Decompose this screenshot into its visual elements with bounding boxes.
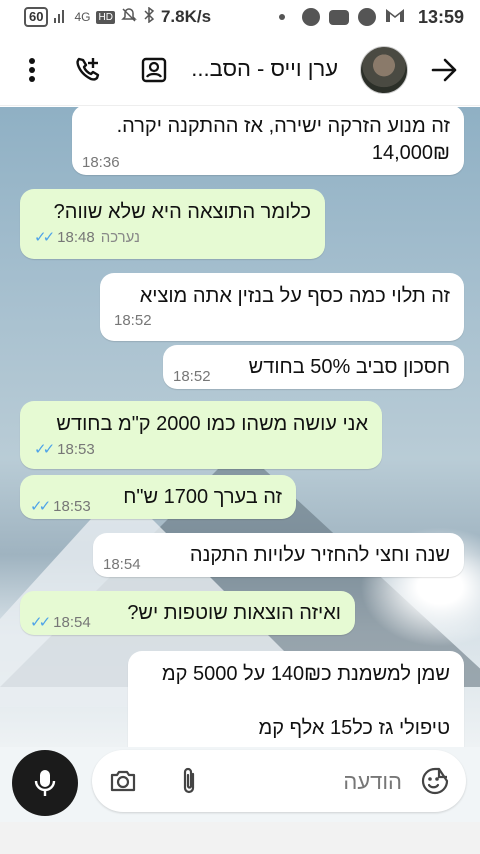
youtube-icon	[328, 9, 349, 25]
message-text: זה מנוע הזרקה ישירה, אז ההתקנה יקרה. 14,…	[116, 115, 450, 164]
read-ticks-icon: ✓✓	[30, 614, 51, 631]
add-call-icon[interactable]	[66, 48, 110, 92]
message-time: 18:36	[82, 154, 120, 171]
message-composer	[92, 750, 466, 812]
read-ticks-icon: ✓✓	[34, 441, 55, 458]
attach-icon[interactable]	[172, 764, 206, 798]
read-ticks-icon: ✓✓	[34, 229, 55, 246]
message-time: 18:53	[53, 497, 91, 515]
message-text: אני עושה משהו כמו 2000 ק"מ בחודש	[56, 413, 368, 435]
camera-icon[interactable]	[106, 764, 140, 798]
gmail-icon	[385, 7, 405, 28]
message-input[interactable]	[242, 768, 402, 796]
message-bubble-incoming[interactable]: שנה וחצי להחזיר עלויות התקנה 18:54	[93, 533, 464, 577]
notification-dot-icon	[278, 14, 285, 20]
back-arrow-icon[interactable]	[422, 48, 466, 92]
message-bubble-outgoing[interactable]: אני עושה משהו כמו 2000 ק"מ בחודש ✓✓ 18:5…	[20, 401, 382, 469]
message-text: שנה וחצי להחזיר עלויות התקנה	[189, 544, 450, 566]
hd-badge: HD	[96, 10, 115, 24]
chat-title[interactable]: ערן וייס - הסב...	[191, 56, 338, 82]
contact-avatar[interactable]	[360, 46, 408, 94]
message-bubble-incoming[interactable]: שמן למשמנת כ140₪ על 5000 קמ טיפולי גז כל…	[128, 651, 464, 747]
mic-icon	[34, 770, 56, 796]
message-bubble-incoming[interactable]: חסכון סביב 50% בחודש 18:52	[163, 345, 464, 389]
message-time: 18:54	[53, 613, 91, 631]
network-type: 4G	[74, 10, 91, 24]
signal-icon	[54, 7, 68, 28]
mic-button[interactable]	[12, 750, 78, 816]
message-bubble-outgoing[interactable]: זה בערך 1700 ש"ח ✓✓ 18:53	[20, 475, 296, 519]
message-text: שמן למשמנת כ140₪ על 5000 קמ טיפולי גז כל…	[161, 663, 450, 739]
message-time: 18:48	[57, 228, 95, 246]
network-speed: 7.8K/s	[160, 7, 212, 26]
system-nav-bar	[0, 822, 480, 854]
message-text: חסכון סביב 50% בחודש	[248, 356, 450, 378]
battery-indicator: 60	[24, 7, 49, 27]
message-time: 18:52	[114, 312, 152, 329]
message-text: כלומר התוצאה היא שלא שווה?	[53, 201, 311, 223]
bluetooth-icon	[143, 6, 155, 28]
message-time: 18:53	[57, 440, 95, 458]
contact-card-icon[interactable]	[132, 48, 176, 92]
message-bubble-outgoing[interactable]: כלומר התוצאה היא שלא שווה? ✓✓ 18:48 נערכ…	[20, 189, 325, 259]
message-time: 18:54	[103, 556, 141, 573]
read-ticks-icon: ✓✓	[30, 498, 51, 515]
edited-label: נערכה	[100, 228, 140, 246]
message-bubble-incoming[interactable]: זה מנוע הזרקה ישירה, אז ההתקנה יקרה. 14,…	[72, 107, 464, 175]
status-bar: 60 4G HD 7.8K/s 13:59	[0, 0, 480, 34]
message-bubble-incoming[interactable]: זה תלוי כמה כסף על בנזין אתה מוציא 18:52	[100, 273, 464, 341]
message-text: זה תלוי כמה כסף על בנזין אתה מוציא	[139, 285, 450, 307]
chat-area[interactable]: זה מנוע הזרקה ישירה, אז ההתקנה יקרה. 14,…	[0, 107, 480, 747]
sticker-emoji-icon[interactable]	[418, 764, 452, 798]
mute-icon	[121, 7, 137, 28]
clock: 13:59	[417, 6, 464, 27]
message-time: 18:52	[173, 368, 211, 385]
kebab-menu-icon[interactable]	[10, 48, 54, 92]
media-app-icon	[357, 8, 376, 26]
message-bubble-outgoing[interactable]: ואיזה הוצאות שוטפות יש? ✓✓ 18:54	[20, 591, 355, 635]
music-app-icon	[301, 8, 320, 26]
chat-header: ערן וייס - הסב...	[0, 34, 480, 106]
